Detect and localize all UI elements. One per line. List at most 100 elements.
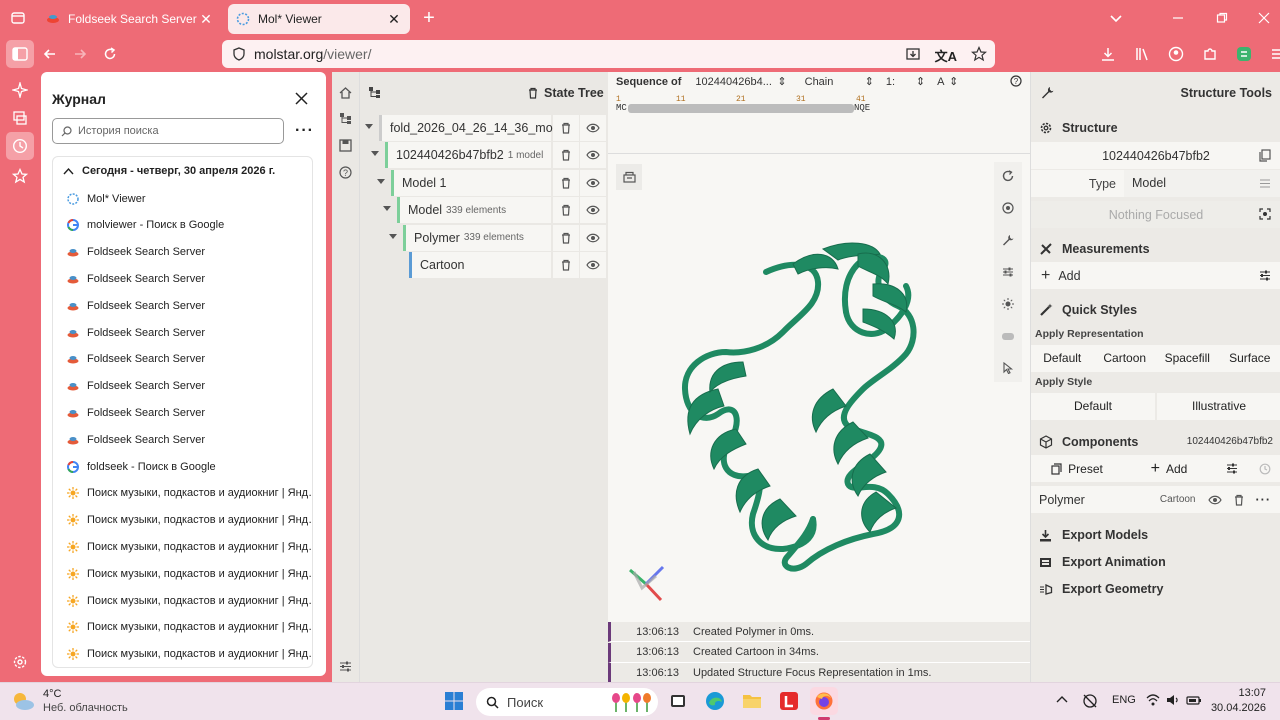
polymer-repr[interactable]: Cartoon <box>1160 494 1196 505</box>
chain-value-select[interactable]: 1: <box>886 76 912 88</box>
delete-node-button[interactable] <box>553 224 579 251</box>
ai-chat-icon[interactable] <box>6 76 34 104</box>
focus-target-icon[interactable] <box>1259 208 1271 220</box>
tree-node[interactable]: fold_2026_04_26_14_36_mo... <box>379 115 563 141</box>
clock-time[interactable]: 13:07 <box>1212 687 1266 699</box>
firefox-icon[interactable] <box>810 687 838 715</box>
file-explorer-icon[interactable] <box>738 687 766 715</box>
tree-node[interactable]: Model 339 elements <box>397 197 551 224</box>
history-item[interactable]: Foldseek Search Server <box>67 319 312 346</box>
protein-cartoon[interactable] <box>648 194 988 594</box>
history-item[interactable]: Foldseek Search Server <box>67 239 312 266</box>
close-tab-icon[interactable]: ✕ <box>198 11 214 28</box>
account-icon[interactable] <box>1162 40 1190 68</box>
tree-node[interactable]: 102440426b47bfb2 1 model <box>385 142 551 169</box>
repr-default-button[interactable]: Default <box>1031 345 1094 372</box>
history-item[interactable]: Поиск музыки, подкастов и аудиокниг | Ян… <box>67 533 312 560</box>
restore-icon[interactable] <box>1208 4 1236 32</box>
help-icon[interactable]: ? <box>339 166 352 179</box>
history-item[interactable]: Foldseek Search Server <box>67 346 312 373</box>
extension-green-icon[interactable] <box>1230 40 1258 68</box>
extensions-icon[interactable] <box>1196 40 1224 68</box>
measurements-section-header[interactable]: Measurements <box>1031 236 1280 262</box>
settings-sliders-icon[interactable] <box>339 660 352 673</box>
add-measurement-button[interactable]: + Add <box>1031 262 1280 289</box>
input-language[interactable]: ENG <box>1112 694 1136 706</box>
reload-icon[interactable] <box>96 40 124 68</box>
tree-node[interactable]: Polymer 339 elements <box>403 224 551 251</box>
site-security-icon[interactable] <box>232 47 246 61</box>
component-polymer-row[interactable]: Polymer Cartoon ··· <box>1031 486 1280 513</box>
toggle-visibility-button[interactable] <box>580 142 606 169</box>
synced-tabs-icon[interactable] <box>6 104 34 132</box>
eye-icon[interactable] <box>1207 495 1222 505</box>
history-item[interactable]: Поиск музыки, подкастов и аудиокниг | Ян… <box>67 641 312 667</box>
entity-select[interactable]: 102440426b4... <box>695 76 773 88</box>
weather-icon[interactable] <box>10 688 36 714</box>
history-item[interactable]: Foldseek Search Server <box>67 265 312 292</box>
help-icon[interactable]: ? <box>1010 75 1022 87</box>
task-view-icon[interactable] <box>664 687 692 715</box>
delete-node-button[interactable] <box>553 142 579 169</box>
add-component-button[interactable]: + Add <box>1123 460 1215 478</box>
tray-status[interactable] <box>1146 693 1202 707</box>
back-icon[interactable] <box>36 40 64 68</box>
expand-caret-icon[interactable] <box>371 151 379 157</box>
history-item[interactable]: Поиск музыки, подкастов и аудиокниг | Ян… <box>67 587 312 614</box>
download-page-icon[interactable] <box>905 46 921 65</box>
wrench-icon[interactable] <box>994 226 1022 254</box>
forward-icon[interactable] <box>66 40 94 68</box>
clock-date[interactable]: 30.04.2026 <box>1206 702 1266 714</box>
toggle-visibility-button[interactable] <box>580 197 606 224</box>
tab-overview-icon[interactable] <box>4 4 32 32</box>
chain-label-select[interactable]: Chain <box>805 76 861 88</box>
tray-chevron-icon[interactable] <box>1056 695 1068 703</box>
state-tree-header[interactable]: State Tree <box>528 86 604 100</box>
history-item[interactable]: Поиск музыки, подкастов и аудиокниг | Ян… <box>67 480 312 507</box>
red-app-icon[interactable] <box>775 687 803 715</box>
history-item[interactable]: Mol* Viewer <box>67 185 312 212</box>
updown-icon[interactable]: ⇕ <box>777 75 786 88</box>
taskbar-search[interactable]: Поиск <box>476 688 658 716</box>
sidebar-toggle-icon[interactable] <box>6 40 34 68</box>
library-icon[interactable] <box>1128 40 1156 68</box>
expand-caret-icon[interactable] <box>377 178 385 185</box>
expand-caret-icon[interactable] <box>389 233 397 240</box>
url-bar[interactable]: molstar.org/viewer/ 文A <box>222 40 995 68</box>
export-geometry-button[interactable]: Export Geometry <box>1031 576 1280 602</box>
components-section-header[interactable]: Components 102440426b47bfb2 <box>1031 429 1280 455</box>
history-item[interactable]: Foldseek Search Server <box>67 373 312 400</box>
history-item[interactable]: foldseek - Поиск в Google <box>67 453 312 480</box>
bookmark-star-icon[interactable] <box>971 46 987 65</box>
toggle-visibility-button[interactable] <box>580 169 606 196</box>
network-off-icon[interactable] <box>1082 693 1098 709</box>
style-default-button[interactable]: Default <box>1031 393 1155 420</box>
sliders-icon[interactable] <box>1259 178 1271 189</box>
repr-cartoon-button[interactable]: Cartoon <box>1094 345 1157 372</box>
more-icon[interactable]: ··· <box>1256 493 1272 507</box>
select-mode-icon[interactable] <box>994 354 1022 382</box>
close-window-icon[interactable] <box>1250 4 1278 32</box>
sequence-residues[interactable] <box>628 104 854 113</box>
structure-id-row[interactable]: 102440426b47bfb2 <box>1031 142 1280 169</box>
tab-molstar[interactable]: Mol* Viewer ✕ <box>228 4 410 34</box>
structure-section-header[interactable]: Structure <box>1031 115 1280 141</box>
history-icon[interactable] <box>6 132 34 160</box>
style-illustrative-button[interactable]: Illustrative <box>1157 393 1280 420</box>
tree-node[interactable]: Model 1 <box>391 169 551 196</box>
history-item[interactable]: Поиск музыки, подкастов и аудиокниг | Ян… <box>67 614 312 641</box>
type-value[interactable]: Model <box>1124 170 1280 197</box>
3d-viewport[interactable] <box>608 154 1030 622</box>
vr-icon[interactable] <box>994 322 1022 350</box>
history-item[interactable]: molviewer - Поиск в Google <box>67 212 312 239</box>
save-icon[interactable] <box>339 139 352 152</box>
history-item[interactable]: Поиск музыки, подкастов и аудиокниг | Ян… <box>67 507 312 534</box>
export-models-button[interactable]: Export Models <box>1031 522 1280 548</box>
sliders-icon[interactable] <box>1215 463 1248 474</box>
history-item[interactable]: Foldseek Search Server <box>67 399 312 426</box>
delete-node-button[interactable] <box>553 169 579 196</box>
delete-node-button[interactable] <box>553 197 579 224</box>
tab-foldseek[interactable]: Foldseek Search Server ✕ <box>38 4 222 34</box>
sequence-end[interactable]: NQE <box>854 103 870 113</box>
chain-id-select[interactable]: A <box>937 76 945 88</box>
